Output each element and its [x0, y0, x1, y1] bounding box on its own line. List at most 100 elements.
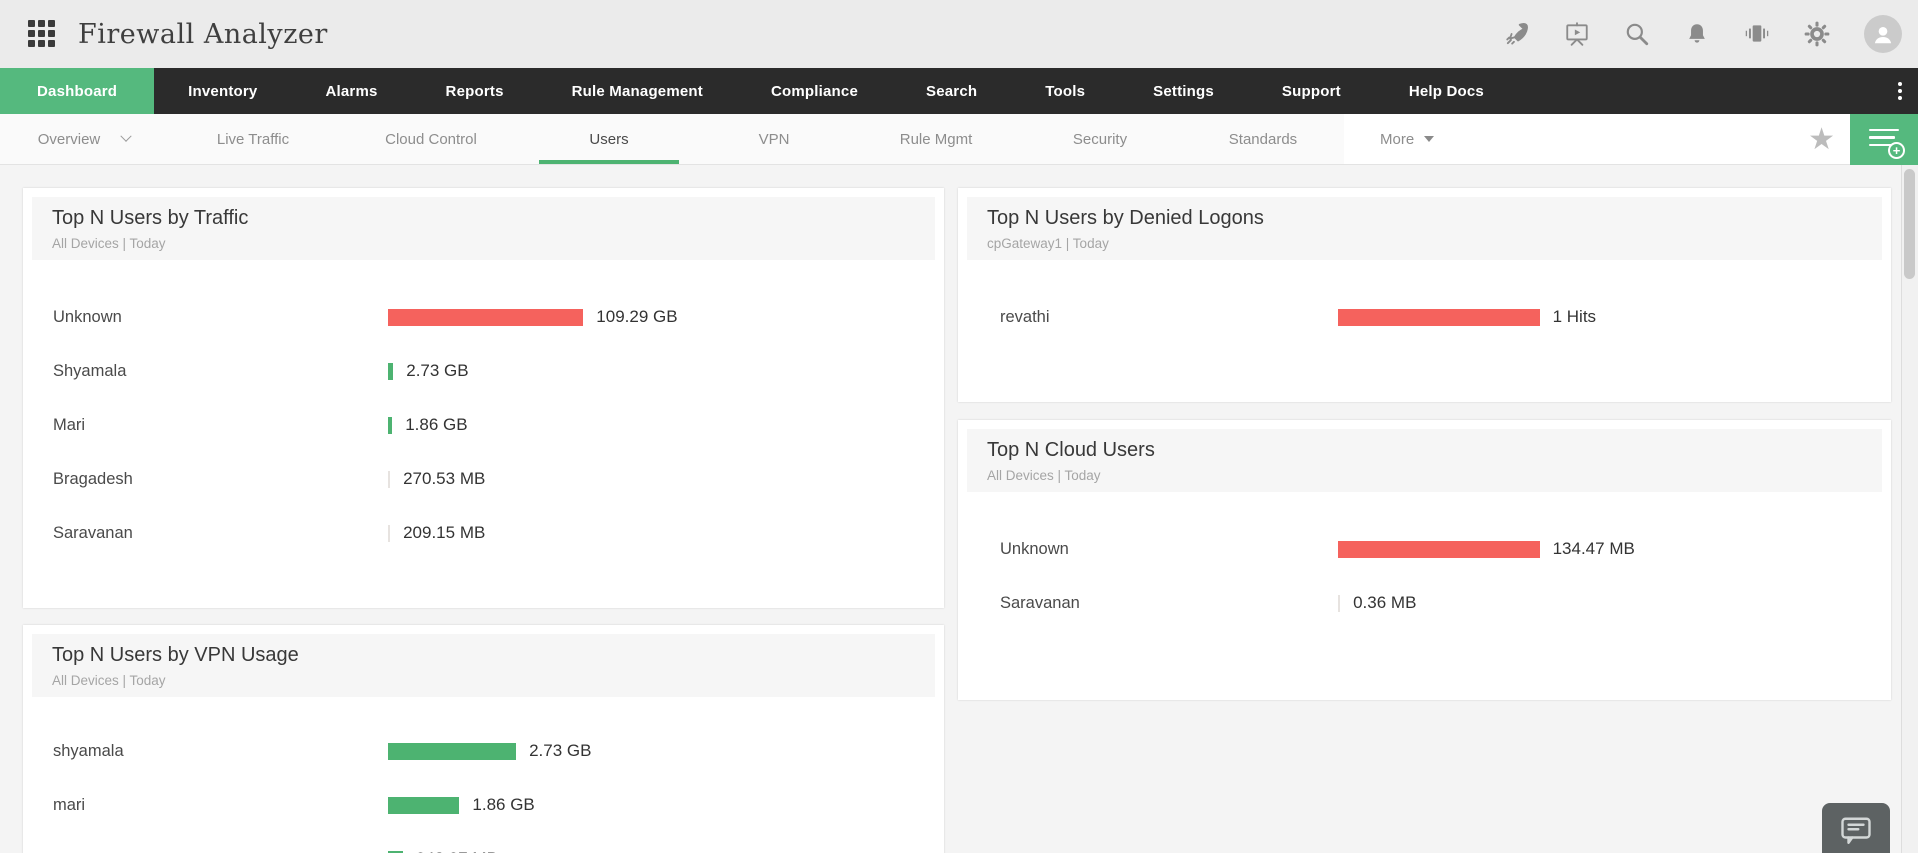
user-label: shyamala: [53, 741, 124, 760]
bell-icon[interactable]: [1684, 21, 1710, 47]
chevron-down-icon[interactable]: [120, 130, 132, 142]
card-scope: All Devices | Today: [52, 236, 166, 251]
value-label: 1.86 GB: [472, 795, 535, 814]
card-header: Top N Cloud Users All Devices | Today: [967, 429, 1882, 492]
value-label: 2.73 GB: [529, 741, 592, 760]
nav-item-help-docs[interactable]: Help Docs: [1375, 68, 1518, 114]
bar-chart: revathi 1 Hits: [967, 290, 1882, 344]
card-top-users-by-denied-logons: Top N Users by Denied Logons cpGateway1 …: [958, 188, 1891, 402]
caret-down-icon: [1424, 136, 1435, 142]
user-label: revathi: [1000, 307, 1050, 326]
chart-row: mari 1.86 GB: [32, 778, 935, 832]
gear-icon[interactable]: [1804, 21, 1830, 47]
nav-item-settings[interactable]: Settings: [1119, 68, 1248, 114]
nav-item-support[interactable]: Support: [1248, 68, 1375, 114]
nav-item-tools[interactable]: Tools: [1011, 68, 1119, 114]
tab-cloud-control[interactable]: Cloud Control: [338, 114, 524, 164]
nav-item-reports[interactable]: Reports: [412, 68, 538, 114]
app-launcher-icon[interactable]: [28, 20, 56, 48]
nav-overflow-menu-icon[interactable]: [1898, 68, 1902, 114]
nav-item-alarms[interactable]: Alarms: [291, 68, 411, 114]
bar[interactable]: [388, 470, 391, 488]
devices-icon[interactable]: [1744, 21, 1770, 47]
main-nav: Dashboard Inventory Alarms Reports Rule …: [0, 68, 1918, 114]
bar[interactable]: [1338, 540, 1540, 558]
person-icon: [1874, 26, 1892, 44]
app-header: Firewall Analyzer: [0, 0, 1918, 68]
bar[interactable]: [388, 362, 394, 380]
right-column: Top N Users by Denied Logons cpGateway1 …: [958, 188, 1891, 853]
chart-row: Mari 1.86 GB: [32, 398, 935, 452]
tab-overview[interactable]: Overview: [0, 114, 168, 164]
card-title: Top N Cloud Users: [987, 439, 1155, 461]
card-scope: cpGateway1 | Today: [987, 236, 1109, 251]
dashboard-content: Top N Users by Traffic All Devices | Tod…: [0, 165, 1918, 853]
nav-item-dashboard[interactable]: Dashboard: [0, 68, 155, 114]
dashboard-tab-bar: Overview Live Traffic Cloud Control User…: [0, 114, 1918, 165]
chart-row: Saravanan 209.15 MB: [32, 506, 935, 560]
value-label: 0.36 MB: [1353, 593, 1417, 612]
tab-more[interactable]: More: [1380, 130, 1435, 148]
nav-item-compliance[interactable]: Compliance: [737, 68, 892, 114]
tab-live-traffic[interactable]: Live Traffic: [168, 114, 338, 164]
value-label: 243.07 MB: [416, 849, 498, 853]
scrollbar-thumb[interactable]: [1904, 169, 1915, 279]
tab-security[interactable]: Security: [1018, 114, 1182, 164]
bar[interactable]: [388, 796, 460, 814]
bar[interactable]: [388, 524, 391, 542]
tab-more-label: More: [1380, 130, 1415, 148]
bar-chart: Unknown 109.29 GB Shyamala 2.73 GB Mari …: [32, 290, 935, 560]
tab-overview-label: Overview: [37, 130, 101, 148]
value-label: 1 Hits: [1552, 307, 1597, 326]
card-header: Top N Users by Denied Logons cpGateway1 …: [967, 197, 1882, 260]
card-title: Top N Users by Traffic: [52, 207, 249, 229]
chart-row: Bragadesh 270.53 MB: [32, 452, 935, 506]
tab-vpn[interactable]: VPN: [694, 114, 854, 164]
add-widget-icon: +: [1869, 128, 1905, 159]
user-label: Saravanan: [53, 523, 133, 542]
bar[interactable]: [388, 308, 584, 326]
user-label: Mari: [53, 415, 86, 434]
tab-users[interactable]: Users: [524, 114, 694, 164]
user-label: Bragadesh: [53, 469, 133, 488]
presentation-icon[interactable]: [1564, 21, 1590, 47]
bar-chart: shyamala 2.73 GB mari 1.86 GB 243.07 MB: [32, 724, 935, 853]
user-label: Saravanan: [1000, 593, 1080, 612]
chart-row: Unknown 134.47 MB: [967, 522, 1882, 576]
value-label: 209.15 MB: [403, 523, 486, 542]
bar[interactable]: [388, 416, 393, 434]
tab-rule-mgmt[interactable]: Rule Mgmt: [854, 114, 1018, 164]
card-header: Top N Users by Traffic All Devices | Tod…: [32, 197, 935, 260]
tab-standards[interactable]: Standards: [1182, 114, 1344, 164]
rocket-icon[interactable]: [1504, 21, 1530, 47]
nav-item-rule-management[interactable]: Rule Management: [538, 68, 737, 114]
user-label: Unknown: [53, 307, 122, 326]
card-scope: All Devices | Today: [987, 468, 1101, 483]
app-title: Firewall Analyzer: [78, 18, 328, 50]
value-label: 2.73 GB: [406, 361, 469, 380]
vertical-scrollbar[interactable]: [1901, 165, 1918, 853]
value-label: 270.53 MB: [403, 469, 486, 488]
left-column: Top N Users by Traffic All Devices | Tod…: [23, 188, 944, 853]
add-widget-button[interactable]: +: [1850, 114, 1918, 165]
user-label: mari: [53, 795, 86, 814]
chart-row: Shyamala 2.73 GB: [32, 344, 935, 398]
support-chat-button[interactable]: [1822, 803, 1890, 853]
card-title: Top N Users by VPN Usage: [52, 644, 299, 666]
nav-item-inventory[interactable]: Inventory: [154, 68, 291, 114]
bar[interactable]: [1338, 594, 1341, 612]
bar[interactable]: [1338, 308, 1540, 326]
favorite-star-icon[interactable]: ★: [1808, 114, 1835, 165]
header-icon-bar: [1504, 15, 1902, 53]
value-label: 134.47 MB: [1552, 539, 1635, 558]
user-avatar[interactable]: [1864, 15, 1902, 53]
card-top-cloud-users: Top N Cloud Users All Devices | Today Un…: [958, 420, 1891, 700]
value-label: 109.29 GB: [596, 307, 678, 326]
card-header: Top N Users by VPN Usage All Devices | T…: [32, 634, 935, 697]
bar[interactable]: [388, 742, 517, 760]
bar-chart: Unknown 134.47 MB Saravanan 0.36 MB: [967, 522, 1882, 630]
value-label: 1.86 GB: [405, 415, 468, 434]
chart-row: Saravanan 0.36 MB: [967, 576, 1882, 630]
nav-item-search[interactable]: Search: [892, 68, 1011, 114]
search-icon[interactable]: [1624, 21, 1650, 47]
